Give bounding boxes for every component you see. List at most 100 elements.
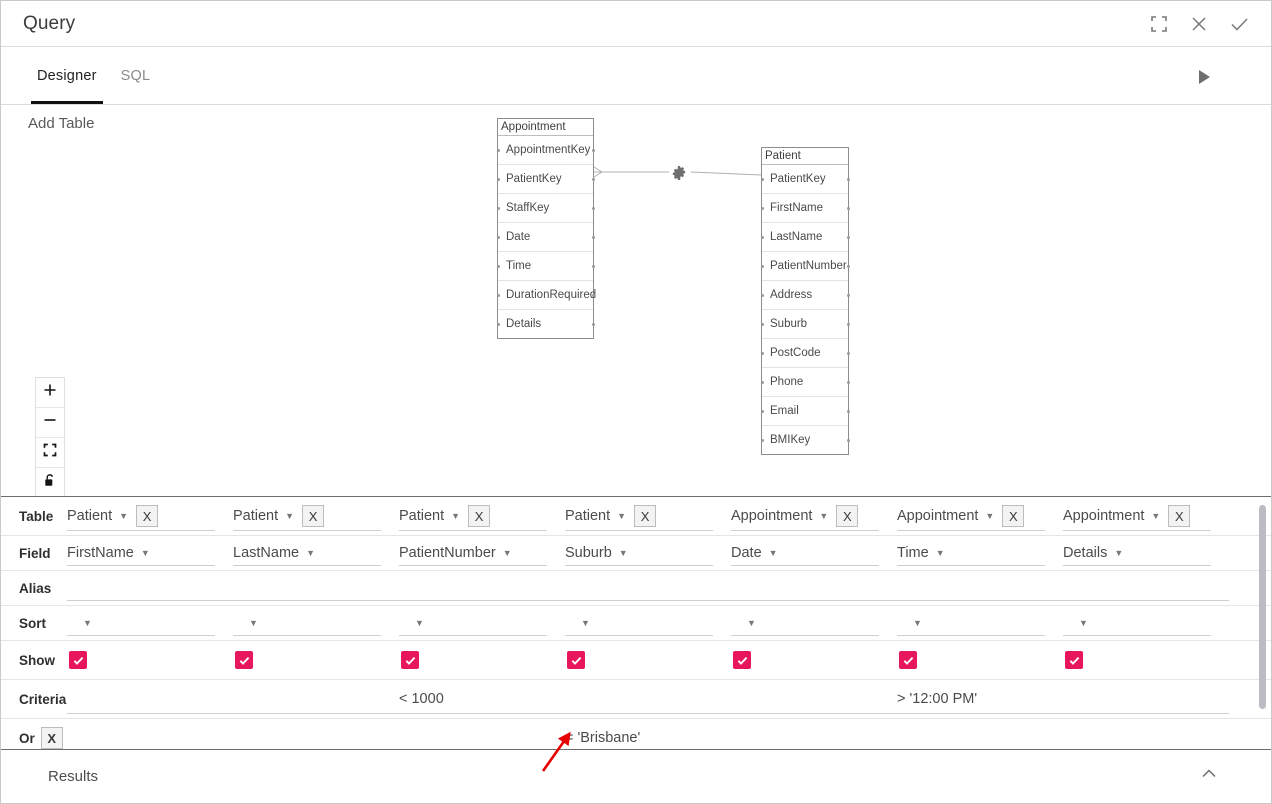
run-query-button[interactable] [1187, 62, 1221, 96]
entity-field[interactable]: Phone [760, 368, 850, 397]
entity-field[interactable]: PatientNumber [760, 252, 850, 281]
show-checkbox-1[interactable] [235, 651, 253, 669]
alias-input-0[interactable] [67, 571, 233, 605]
sort-select-2[interactable]: ▼ [399, 618, 424, 628]
entity-field[interactable]: AppointmentKey [496, 136, 595, 165]
sort-select-0[interactable]: ▼ [67, 618, 92, 628]
show-checkbox-2[interactable] [401, 651, 419, 669]
criteria-input-5[interactable]: > '12:00 PM' [897, 680, 1063, 718]
entity-field[interactable]: BMIKey [760, 426, 850, 454]
entity-field[interactable]: Details [496, 310, 595, 338]
or-input-1[interactable] [233, 719, 399, 749]
entity-field[interactable]: StaffKey [496, 194, 595, 223]
alias-input-2[interactable] [399, 571, 565, 605]
criteria-input-0[interactable] [67, 680, 233, 718]
criteria-input-6[interactable] [1063, 680, 1229, 718]
or-input-2[interactable] [399, 719, 565, 749]
table-select-2[interactable]: Patient ▼ [399, 508, 460, 524]
entity-field[interactable]: FirstName [760, 194, 850, 223]
alias-input-6[interactable] [1063, 571, 1229, 605]
criteria-input-4[interactable] [731, 680, 897, 718]
cell-underline [233, 635, 381, 636]
entity-appointment[interactable]: Appointment AppointmentKey PatientKey St… [496, 118, 596, 339]
criteria-input-3[interactable] [565, 680, 731, 718]
sort-select-6[interactable]: ▼ [1063, 618, 1088, 628]
field-select-5[interactable]: Time ▼ [897, 545, 945, 561]
cell-underline [1063, 713, 1229, 714]
remove-column-6-button[interactable]: X [1168, 505, 1191, 527]
show-checkbox-6[interactable] [1065, 651, 1083, 669]
entity-field[interactable]: DurationRequired [496, 281, 596, 310]
cell-underline [897, 565, 1045, 566]
entity-field[interactable]: Address [760, 281, 850, 310]
field-select-3[interactable]: Suburb ▼ [565, 545, 628, 561]
remove-column-5-button[interactable]: X [1002, 505, 1025, 527]
grid-vertical-scrollbar[interactable] [1259, 505, 1266, 709]
remove-column-3-button[interactable]: X [634, 505, 657, 527]
zoom-in-button[interactable] [36, 378, 64, 408]
field-select-1[interactable]: LastName ▼ [233, 545, 315, 561]
zoom-out-button[interactable] [36, 408, 64, 438]
entity-field[interactable]: Email [760, 397, 850, 426]
alias-input-1[interactable] [233, 571, 399, 605]
fit-to-screen-button[interactable] [36, 438, 64, 468]
close-button[interactable] [1179, 4, 1219, 44]
grid-row-label-show: Show [19, 652, 55, 668]
lock-toggle-button[interactable] [36, 468, 64, 496]
sort-select-4[interactable]: ▼ [731, 618, 756, 628]
canvas-zoom-toolbar [35, 377, 65, 496]
table-select-0[interactable]: Patient ▼ [67, 508, 128, 524]
sort-cell-1: ▼ [233, 606, 399, 640]
tab-sql[interactable]: SQL [109, 47, 163, 104]
criteria-input-2[interactable]: < 1000 [399, 680, 565, 718]
entity-field[interactable]: Suburb [760, 310, 850, 339]
show-checkbox-0[interactable] [69, 651, 87, 669]
table-select-4[interactable]: Appointment ▼ [731, 508, 828, 524]
join-settings-button[interactable] [671, 165, 687, 181]
criteria-input-1[interactable] [233, 680, 399, 718]
remove-column-2-button[interactable]: X [468, 505, 491, 527]
or-input-3[interactable]: = 'Brisbane' [565, 719, 731, 749]
field-select-0[interactable]: FirstName ▼ [67, 545, 150, 561]
table-select-6[interactable]: Appointment ▼ [1063, 508, 1160, 524]
sort-select-5[interactable]: ▼ [897, 618, 922, 628]
field-select-2[interactable]: PatientNumber ▼ [399, 545, 512, 561]
remove-column-1-button[interactable]: X [302, 505, 325, 527]
alias-input-4[interactable] [731, 571, 897, 605]
show-checkbox-5[interactable] [899, 651, 917, 669]
maximize-button[interactable] [1139, 4, 1179, 44]
entity-field[interactable]: PatientKey [496, 165, 595, 194]
remove-column-0-button[interactable]: X [136, 505, 159, 527]
or-input-5[interactable] [897, 719, 1063, 749]
alias-input-5[interactable] [897, 571, 1063, 605]
field-select-6[interactable]: Details ▼ [1063, 545, 1123, 561]
table-cell-2: Patient ▼ X [399, 497, 565, 535]
sort-select-1[interactable]: ▼ [233, 618, 258, 628]
alias-input-3[interactable] [565, 571, 731, 605]
or-input-4[interactable] [731, 719, 897, 749]
table-select-3[interactable]: Patient ▼ [565, 508, 626, 524]
entity-field[interactable]: PatientKey [760, 165, 850, 194]
confirm-button[interactable] [1219, 4, 1259, 44]
field-select-4[interactable]: Date ▼ [731, 545, 778, 561]
remove-column-4-button[interactable]: X [836, 505, 859, 527]
table-select-1[interactable]: Patient ▼ [233, 508, 294, 524]
or-input-0[interactable] [67, 719, 233, 749]
entity-field[interactable]: PostCode [760, 339, 850, 368]
or-input-6[interactable] [1063, 719, 1229, 749]
entity-field[interactable]: Date [496, 223, 595, 252]
show-checkbox-4[interactable] [733, 651, 751, 669]
table-select-5[interactable]: Appointment ▼ [897, 508, 994, 524]
entity-field[interactable]: LastName [760, 223, 850, 252]
results-collapse-button[interactable] [1199, 764, 1219, 789]
tab-designer[interactable]: Designer [25, 47, 109, 104]
remove-or-row-button[interactable]: X [40, 727, 63, 749]
entity-patient[interactable]: Patient PatientKey FirstName LastName Pa… [760, 147, 850, 455]
diagram-canvas[interactable]: Add Table Appointment AppointmentKey Pat… [1, 105, 1271, 496]
show-checkbox-3[interactable] [567, 651, 585, 669]
entity-field[interactable]: Time [496, 252, 595, 281]
table-cell-1: Patient ▼ X [233, 497, 399, 535]
cell-underline [233, 600, 399, 601]
sort-select-3[interactable]: ▼ [565, 618, 590, 628]
add-table-button[interactable]: Add Table [28, 115, 94, 132]
